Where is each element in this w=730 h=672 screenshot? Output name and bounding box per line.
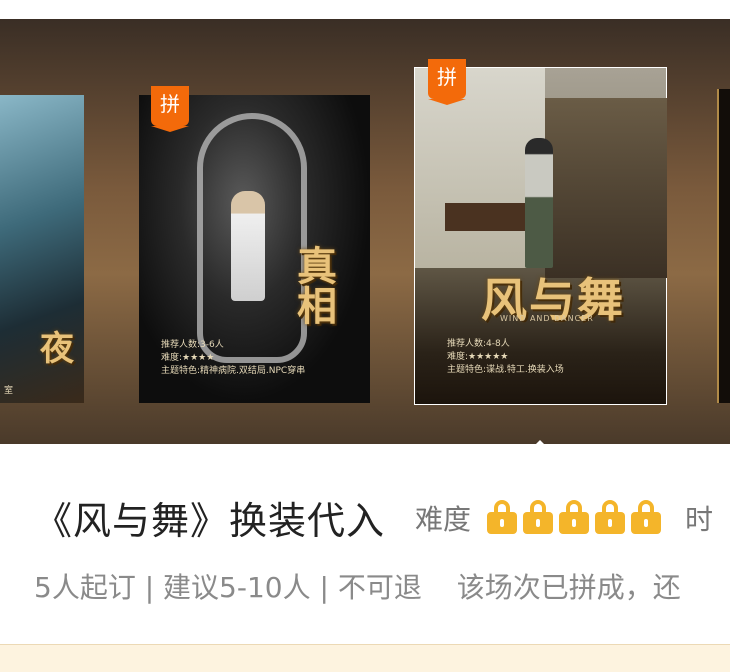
poster-figure [525,138,553,268]
group-badge: 拼 [151,86,189,132]
poster-desk [445,203,535,231]
lock-icon [523,499,554,534]
duration-label: 时 [685,502,714,536]
difficulty-label: 难度 [415,502,472,536]
poster-card-prev[interactable]: 夜 室 [0,95,84,403]
poster-card-truth[interactable]: 真相 推荐人数:3-6人 难度:★★★★ 主题特色:精神病院.双结局.NPC穿串 [139,95,370,403]
lock-icon [631,499,662,534]
lock-icon [487,499,518,534]
show-detail-panel: 《风与舞》换装代入 难度 时 5人起订 | 建议5-10人 | 不可退 该场次已… [0,444,730,644]
poster-figure [231,191,265,301]
difficulty-rating [487,499,667,534]
booking-rules: 5人起订 | 建议5-10人 | 不可退 [34,571,422,604]
lock-icon [559,499,590,534]
poster-corridor [545,98,667,278]
poster-subtitle: WIND AND DANCER [500,314,594,323]
title-row: 《风与舞》换装代入 难度 时 [34,490,713,545]
group-badge: 拼 [428,59,466,105]
meta-row: 5人起订 | 建议5-10人 | 不可退 该场次已拼成，还 [34,566,681,606]
poster-info: 推荐人数:3-6人 难度:★★★★ 主题特色:精神病院.双结局.NPC穿串 [161,340,306,376]
show-title: 《风与舞》换装代入 [34,499,386,543]
poster-title: 真相 [290,245,337,325]
poster-card-next[interactable] [717,89,730,403]
poster-info: 推荐人数:4-8人 难度:★★★★★ 主题特色:谍战.特工.换装入场 [447,339,564,375]
poster-carousel[interactable]: 夜 室 真相 推荐人数:3-6人 难度:★★★★ 主题特色:精神病院.双结局.N… [0,19,730,444]
poster-title: 夜 [40,329,74,369]
session-status: 该场次已拼成，还 [456,571,681,604]
poster-card-selected[interactable]: 风与舞 WIND AND DANCER 推荐人数:4-8人 难度:★★★★★ 主… [414,67,667,405]
lock-icon [595,499,626,534]
bottom-notice-bar [0,644,730,672]
poster-info: 室 [4,386,14,396]
